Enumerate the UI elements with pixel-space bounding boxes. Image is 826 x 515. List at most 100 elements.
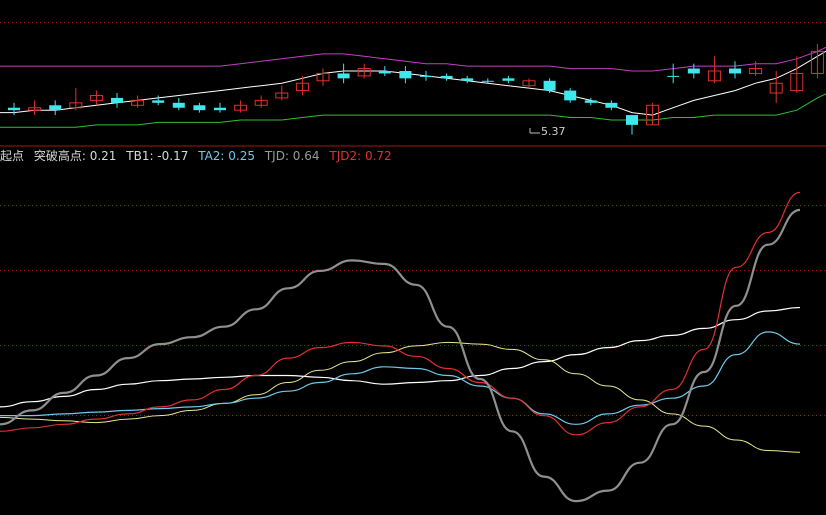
price-gridline <box>452 22 453 23</box>
price-gridline <box>752 22 753 23</box>
indicator-gridline <box>40 270 41 271</box>
price-gridline <box>40 22 41 23</box>
price-gridline <box>420 22 421 23</box>
price-gridline <box>472 22 473 23</box>
indicator-gridline <box>784 270 785 271</box>
indicator-gridline <box>180 345 181 346</box>
price-gridline <box>400 22 401 23</box>
indicator-gridline <box>700 415 701 416</box>
indicator-gridline <box>772 415 773 416</box>
indicator-gridline <box>348 270 349 271</box>
indicator-gridline <box>488 205 489 206</box>
indicator-gridline <box>564 345 565 346</box>
indicator-gridline <box>500 205 501 206</box>
indicator-gridline <box>172 345 173 346</box>
price-gridline <box>448 22 449 23</box>
indicator-gridline <box>352 345 353 346</box>
indicator-gridline <box>216 270 217 271</box>
price-gridline <box>496 22 497 23</box>
price-gridline <box>8 22 9 23</box>
price-gridline <box>760 22 761 23</box>
indicator-gridline <box>568 345 569 346</box>
indicator-gridline <box>444 205 445 206</box>
indicator-gridline <box>416 270 417 271</box>
indicator-gridline <box>324 415 325 416</box>
candle-body <box>605 102 618 108</box>
indicator-gridline <box>700 205 701 206</box>
indicator-gridline <box>764 270 765 271</box>
candle-body <box>502 78 515 81</box>
price-gridline <box>480 22 481 23</box>
indicator-gridline <box>748 270 749 271</box>
price-gridline <box>172 22 173 23</box>
indicator-gridline <box>248 205 249 206</box>
indicator-gridline <box>632 270 633 271</box>
indicator-gridline <box>672 415 673 416</box>
price-gridline <box>56 22 57 23</box>
indicator-gridline <box>56 345 57 346</box>
indicator-gridline <box>588 345 589 346</box>
indicator-gridline <box>812 270 813 271</box>
indicator-gridline <box>336 415 337 416</box>
indicator-gridline <box>636 205 637 206</box>
indicator-gridline <box>400 415 401 416</box>
indicator-gridline <box>480 270 481 271</box>
indicator-gridline <box>272 345 273 346</box>
indicator-gridline <box>136 345 137 346</box>
indicator-gridline <box>252 270 253 271</box>
indicator-gridline <box>52 415 53 416</box>
indicator-gridline <box>552 205 553 206</box>
indicator-gridline <box>820 270 821 271</box>
price-gridline <box>520 22 521 23</box>
indicator-gridline <box>56 205 57 206</box>
indicator-gridline <box>256 345 257 346</box>
price-gridline <box>524 22 525 23</box>
price-gridline <box>492 22 493 23</box>
indicator-gridline <box>676 205 677 206</box>
indicator-gridline <box>392 345 393 346</box>
indicator-gridline <box>588 205 589 206</box>
indicator-gridline <box>44 205 45 206</box>
candle-body <box>111 97 123 103</box>
indicator-gridline <box>104 345 105 346</box>
indicator-gridline <box>264 415 265 416</box>
indicator-gridline <box>288 205 289 206</box>
indicator-gridline <box>764 345 765 346</box>
price-gridline <box>820 22 821 23</box>
price-gridline <box>644 22 645 23</box>
price-gridline <box>764 22 765 23</box>
candle-body <box>193 105 206 111</box>
indicator-gridline <box>240 415 241 416</box>
indicator-gridline <box>760 205 761 206</box>
price-gridline <box>556 22 557 23</box>
indicator-gridline <box>704 345 705 346</box>
indicator-gridline <box>640 270 641 271</box>
indicator-gridline <box>84 345 85 346</box>
indicator-gridline <box>152 205 153 206</box>
indicator-gridline <box>704 415 705 416</box>
price-gridline <box>24 22 25 23</box>
indicator-gridline <box>620 415 621 416</box>
indicator-gridline <box>780 415 781 416</box>
indicator-gridline <box>76 415 77 416</box>
indicator-gridline <box>688 345 689 346</box>
indicator-gridline <box>704 205 705 206</box>
indicator-gridline <box>436 205 437 206</box>
indicator-gridline <box>184 415 185 416</box>
price-gridline <box>284 22 285 23</box>
indicator-gridline <box>444 345 445 346</box>
indicator-gridline <box>124 415 125 416</box>
indicator-gridline <box>680 345 681 346</box>
indicator-gridline <box>572 270 573 271</box>
price-gridline <box>592 22 593 23</box>
price-gridline <box>416 22 417 23</box>
indicator-gridline <box>464 345 465 346</box>
price-gridline <box>584 22 585 23</box>
indicator-gridline <box>568 270 569 271</box>
indicator-gridline <box>64 270 65 271</box>
indicator-gridline <box>536 415 537 416</box>
indicator-gridline <box>12 345 13 346</box>
indicator-gridline <box>748 205 749 206</box>
indicator-gridline <box>624 205 625 206</box>
price-gridline <box>248 22 249 23</box>
